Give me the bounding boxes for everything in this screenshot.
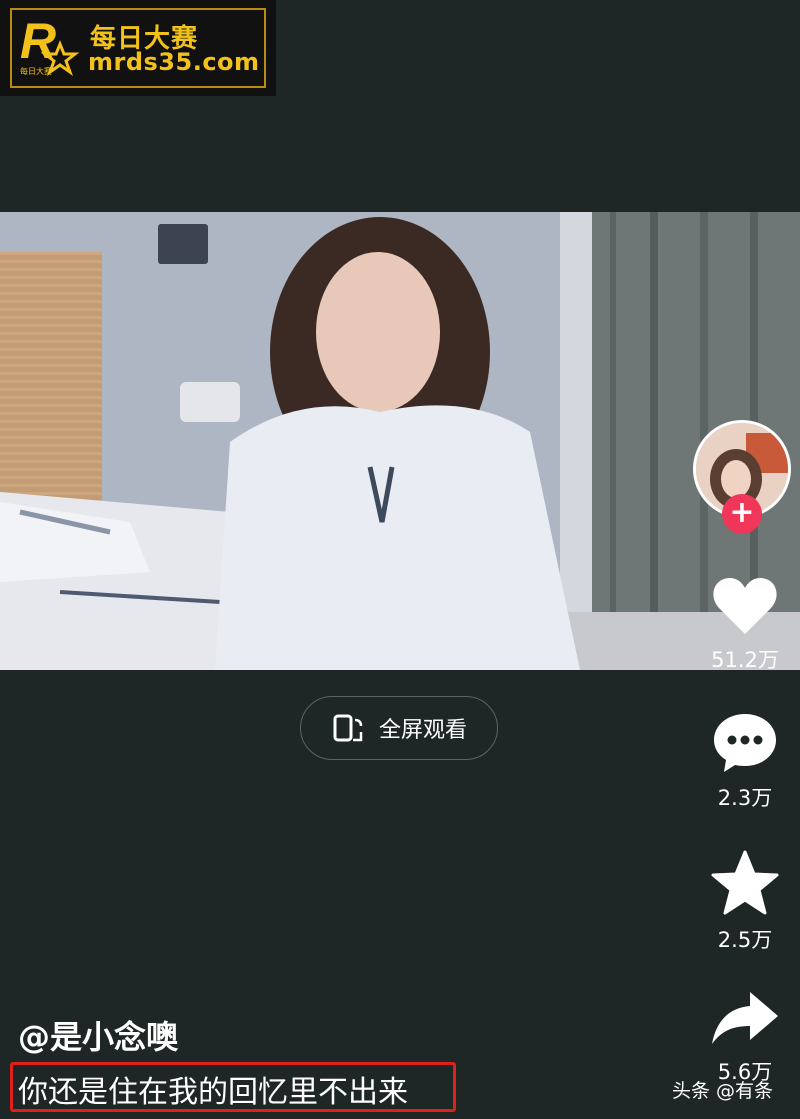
source-watermark: 头条 @有条	[672, 1080, 774, 1102]
comment-count: 2.3万	[717, 786, 773, 810]
fullscreen-button[interactable]: 全屏观看	[300, 696, 498, 760]
comment-icon	[714, 714, 776, 772]
like-action[interactable]: 51.2万	[690, 576, 800, 674]
author-name[interactable]: @是小念噢	[18, 1012, 178, 1058]
favorite-count: 2.5万	[717, 928, 773, 952]
star-icon	[711, 850, 779, 915]
comment-action[interactable]: 2.3万	[690, 712, 800, 812]
follow-button[interactable]: +	[722, 494, 762, 534]
video-frame-image	[0, 212, 800, 670]
svg-text:每日大赛: 每日大赛	[20, 66, 52, 76]
rotate-screen-icon	[333, 714, 363, 742]
like-count: 51.2万	[711, 648, 779, 672]
share-arrow-icon	[712, 992, 778, 1044]
watermark-logo: R 每日大赛 每日大赛 mrds35.com	[0, 0, 276, 96]
watermark-url: mrds35.com	[88, 48, 260, 76]
fullscreen-label: 全屏观看	[378, 718, 467, 743]
share-action[interactable]: 5.6万	[690, 988, 800, 1086]
favorite-action[interactable]: 2.5万	[690, 850, 800, 954]
r-star-logo-icon: R 每日大赛	[20, 14, 80, 76]
video-caption: 你还是住在我的回忆里不出来	[18, 1075, 408, 1110]
svg-text:R: R	[20, 14, 56, 69]
heart-icon	[713, 578, 777, 634]
video-player[interactable]	[0, 212, 800, 670]
